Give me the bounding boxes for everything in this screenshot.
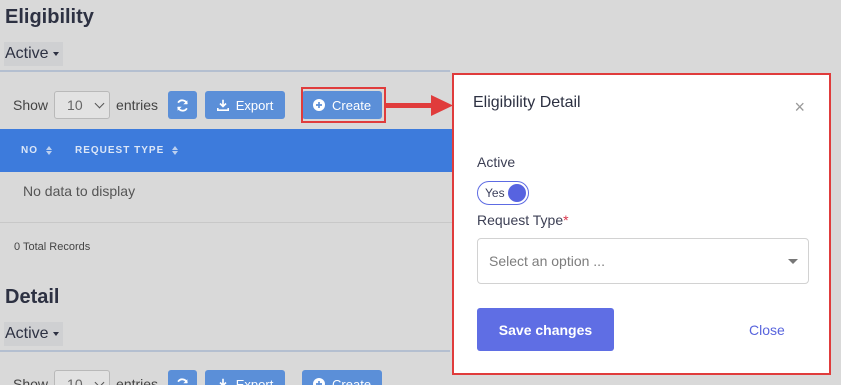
- section-divider: [0, 70, 450, 72]
- refresh-icon: [177, 98, 188, 112]
- entries-value: 10: [67, 376, 83, 385]
- plus-circle-icon: [313, 378, 326, 385]
- column-header-label: NO: [21, 145, 38, 156]
- annotation-arrow: [385, 95, 453, 116]
- chevron-down-icon: [94, 377, 105, 385]
- chevron-down-icon: [94, 98, 105, 108]
- download-icon: [219, 378, 227, 385]
- create-highlight-box: [301, 87, 386, 123]
- download-icon: [216, 99, 229, 111]
- column-header-label: REQUEST TYPE: [75, 145, 165, 156]
- export-label: Export: [235, 376, 274, 385]
- column-header-no[interactable]: NO: [21, 145, 52, 156]
- refresh-icon: [177, 377, 188, 383]
- export-label: Export: [235, 97, 274, 113]
- create-label: Create: [332, 376, 372, 385]
- total-records: 0 Total Records: [14, 241, 91, 253]
- sort-icon: [172, 146, 179, 155]
- table-toolbar-detail: Show 10 entries Export Create: [13, 369, 383, 385]
- status-dropdown-detail[interactable]: Active: [4, 322, 63, 346]
- request-type-label-text: Request Type: [477, 212, 564, 228]
- entries-select[interactable]: 10: [54, 91, 111, 119]
- export-button[interactable]: Export: [205, 91, 286, 119]
- modal-title: Eligibility Detail: [473, 94, 581, 111]
- caret-down-icon: [52, 52, 59, 56]
- section-divider: [0, 350, 450, 352]
- show-label: Show: [13, 97, 49, 113]
- create-button[interactable]: Create: [302, 370, 383, 385]
- table-header: NO REQUEST TYPE: [0, 129, 460, 172]
- show-label: Show: [13, 376, 49, 385]
- request-type-select[interactable]: Select an option ...: [477, 238, 809, 284]
- section-title-eligibility: Eligibility: [5, 6, 94, 28]
- toggle-text: Yes: [485, 186, 505, 200]
- export-button[interactable]: Export: [205, 370, 286, 385]
- status-dropdown-label: Active: [5, 325, 49, 342]
- status-dropdown-label: Active: [5, 45, 49, 62]
- empty-table-message: No data to display: [23, 183, 136, 199]
- status-dropdown-eligibility[interactable]: Active: [4, 42, 63, 66]
- required-marker: *: [563, 212, 569, 228]
- request-type-placeholder: Select an option ...: [489, 253, 605, 269]
- save-changes-button[interactable]: Save changes: [477, 308, 614, 351]
- refresh-button[interactable]: [168, 91, 198, 119]
- close-icon[interactable]: ×: [794, 98, 805, 116]
- refresh-button[interactable]: [168, 370, 198, 385]
- entries-value: 10: [67, 97, 83, 113]
- entries-select[interactable]: 10: [54, 370, 111, 385]
- eligibility-detail-modal: Eligibility Detail × Active Yes Request …: [452, 73, 831, 375]
- close-button[interactable]: Close: [749, 322, 785, 338]
- active-label: Active: [477, 154, 516, 170]
- entries-label: entries: [116, 376, 159, 385]
- entries-label: entries: [116, 97, 159, 113]
- caret-down-icon: [52, 332, 59, 336]
- active-toggle[interactable]: Yes: [477, 181, 529, 205]
- request-type-label: Request Type*: [477, 212, 569, 228]
- dropdown-caret-icon: [788, 258, 798, 264]
- column-header-request-type[interactable]: REQUEST TYPE: [75, 145, 179, 156]
- section-title-detail: Detail: [5, 286, 60, 308]
- toggle-knob: [508, 184, 526, 202]
- sort-icon: [46, 146, 52, 155]
- table-divider: [0, 222, 460, 223]
